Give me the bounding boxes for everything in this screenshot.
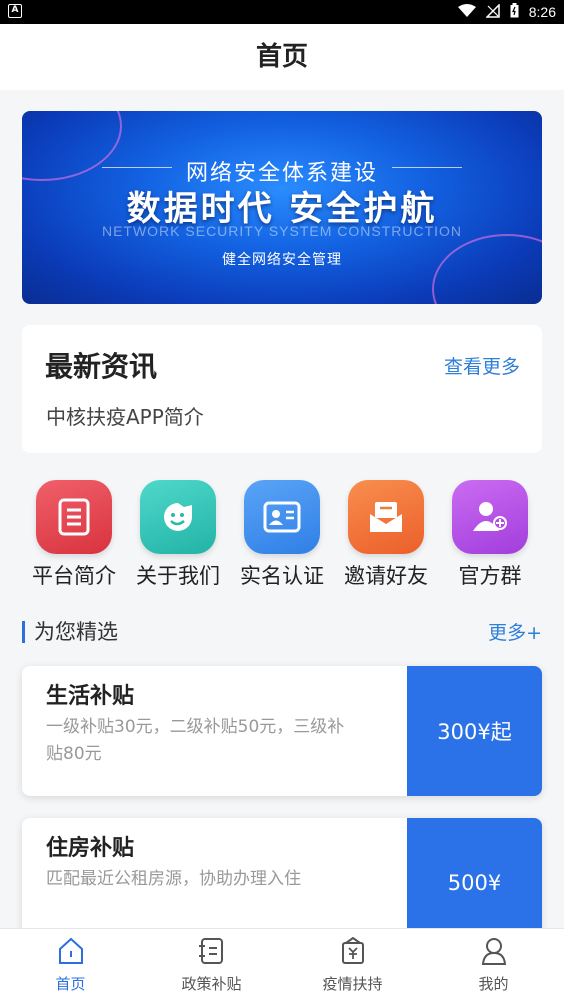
grid-item-label: 邀请好友 [344,564,428,588]
signal-icon [484,2,500,21]
news-title-suffix: 资讯 [101,350,158,383]
grid-item-invite-friends[interactable]: 邀请好友 [334,480,438,590]
feature-grid: 平台简介 关于我们 实名认证 邀请好友 官方群 [22,480,542,590]
battery-icon [510,3,519,21]
envelope-icon [348,480,424,554]
wallet-icon [340,936,366,969]
banner-decor-ring [432,234,542,304]
section-more-link[interactable]: 更多+ [488,618,542,645]
status-icons: 8:26 [457,2,556,21]
smile-chat-icon [140,480,216,554]
card-description: 匹配最近公租房源，协助办理入住 [46,869,301,889]
wifi-icon [457,3,476,21]
news-card: 最新资讯 查看更多 中核扶疫APP简介 [22,325,542,453]
user-icon [481,937,507,969]
promo-banner[interactable]: 网络安全体系建设 数据时代 安全护航 NETWORK SECURITY SYST… [22,111,542,304]
grid-item-label: 关于我们 [136,564,220,588]
tab-label: 首页 [55,975,86,993]
status-time: 8:26 [528,4,556,20]
grid-item-label: 平台简介 [32,564,116,588]
banner-english: NETWORK SECURITY SYSTEM CONSTRUCTION [101,223,463,239]
news-title-prefix: 最新 [45,350,102,383]
tab-epidemic-support[interactable]: 疫情扶持 [282,929,423,1002]
notification-a-icon: A [8,4,22,18]
tab-label: 疫情扶持 [322,975,383,993]
grid-item-real-name-auth[interactable]: 实名认证 [230,480,334,590]
group-icon [452,480,528,554]
subsidy-card[interactable]: 生活补贴 一级补贴30元，二级补贴50元，三级补贴80元 300¥起 [22,666,542,796]
id-card-icon [244,480,320,554]
section-accent-bar [22,621,25,643]
card-title: 住房补贴 [46,836,135,861]
banner-tagline: 健全网络安全管理 [222,252,342,268]
news-title: 最新资讯 [45,345,157,385]
tab-label: 我的 [478,975,509,993]
grid-item-label: 实名认证 [240,564,324,588]
section-header: 为您精选 更多+ [22,614,542,648]
bottom-tab-bar: 首页 政策补贴 疫情扶持 我的 [0,928,564,1002]
document-icon [36,480,112,554]
card-price-button[interactable]: 300¥起 [407,666,542,796]
card-description: 一级补贴30元，二级补贴50元，三级补贴80元 [46,717,345,764]
grid-item-platform-intro[interactable]: 平台简介 [22,480,126,590]
tab-home[interactable]: 首页 [0,929,141,1002]
news-more-link[interactable]: 查看更多 [444,352,520,379]
tab-policy-subsidy[interactable]: 政策补贴 [141,929,282,1002]
card-title: 生活补贴 [46,684,135,709]
tab-mine[interactable]: 我的 [423,929,564,1002]
policy-icon [198,937,225,969]
page-title: 首页 [255,42,308,72]
status-bar: A 8:26 [0,0,564,24]
app-header: 首页 [0,24,564,90]
tab-label: 政策补贴 [181,975,242,993]
grid-item-label: 官方群 [458,564,522,588]
news-item[interactable]: 中核扶疫APP简介 [46,401,204,430]
grid-item-official-group[interactable]: 官方群 [438,480,542,590]
section-title: 为您精选 [34,620,118,644]
home-icon [58,937,84,969]
grid-item-about-us[interactable]: 关于我们 [126,480,230,590]
